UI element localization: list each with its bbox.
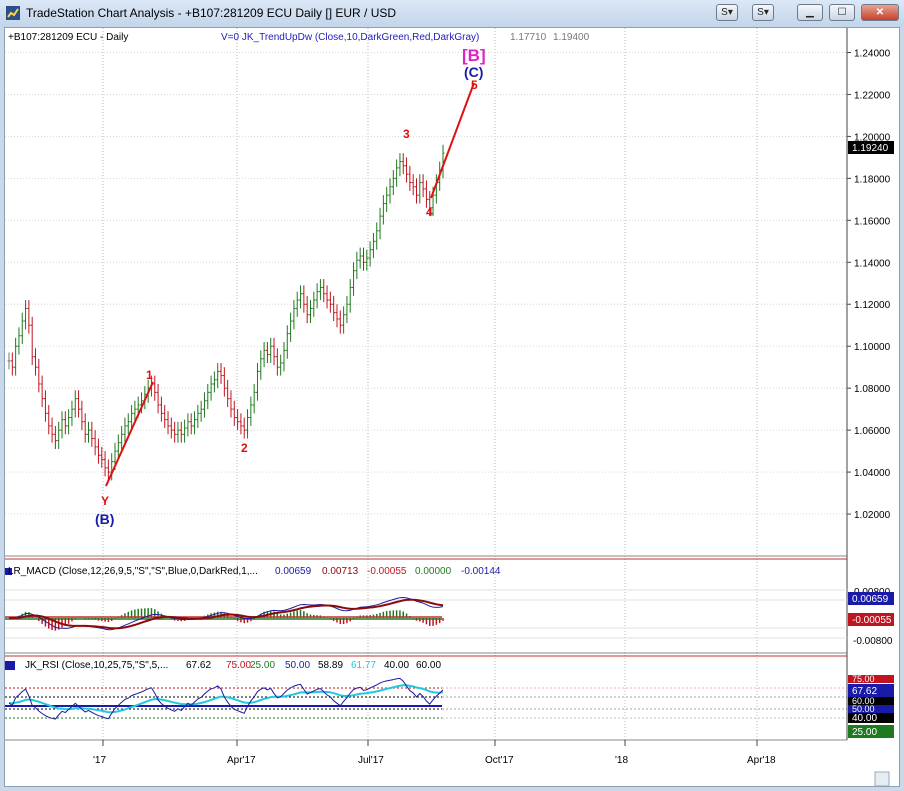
symbol-label: +B107:281209 ECU - Daily: [8, 32, 128, 43]
maximize-button[interactable]: ☐: [829, 4, 855, 21]
symbol-link-label: S: [757, 7, 764, 18]
macd-label: LR_MACD (Close,12,26,9,5,"S","S",Blue,0,…: [8, 566, 258, 577]
chart-surface[interactable]: +B107:281209 ECU - Daily V=0 JK_TrendUpD…: [5, 28, 899, 787]
rsi-badge-value: 40.00: [852, 713, 877, 724]
last-price-value: 1.19240: [852, 143, 889, 154]
symbol-link-label: S: [721, 7, 728, 18]
time-axis-label: Apr'17: [227, 755, 256, 766]
time-axis-label: Jul'17: [358, 755, 384, 766]
rsi-line: [8, 677, 444, 720]
rsi-status-icon: [5, 661, 15, 670]
rsi-value: 58.89: [318, 660, 343, 671]
indicator-label: V=0 JK_TrendUpDw (Close,10,DarkGreen,Red…: [221, 32, 479, 43]
macd-value: 0.00659: [275, 566, 312, 577]
macd-value: 0.00713: [322, 566, 359, 577]
price-axis-label: 1.14000: [854, 258, 891, 269]
indicator-value: 1.17710: [510, 32, 547, 43]
rsi-grid: [5, 687, 847, 719]
time-axis-label: '17: [93, 755, 106, 766]
price-axis-label: 1.24000: [854, 48, 891, 59]
wave-label-4: 4: [426, 205, 433, 219]
price-axis-label: 1.04000: [854, 468, 891, 479]
price-axis-label: 1.02000: [854, 510, 891, 521]
tradestation-app-icon: [6, 6, 20, 20]
time-axis-label: Oct'17: [485, 755, 514, 766]
wave-label-1: 1: [146, 368, 153, 382]
price-axis-label: 1.06000: [854, 426, 891, 437]
macd-value: 0.00000: [415, 566, 452, 577]
price-axis-label: 1.18000: [854, 174, 891, 185]
rsi-value: 75.00: [226, 660, 251, 671]
rsi-value: 60.00: [416, 660, 441, 671]
macd-badge-value: -0.00055: [852, 615, 892, 626]
macd-axis-tick: -0.00800: [853, 636, 893, 647]
rsi-value: 50.00: [285, 660, 310, 671]
scroll-right-button[interactable]: [874, 771, 890, 787]
close-button[interactable]: ✕: [861, 4, 899, 21]
title-bar: TradeStation Chart Analysis - +B107:2812…: [0, 0, 904, 27]
indicator-value: 1.19400: [553, 32, 590, 43]
time-axis[interactable]: '17 Apr'17 Jul'17 Oct'17 '18 Apr'18: [93, 740, 776, 766]
window-title: TradeStation Chart Analysis - +B107:2812…: [26, 6, 397, 20]
rsi-value: 25.00: [250, 660, 275, 671]
rsi-value: 67.62: [186, 660, 211, 671]
price-axis-label: 1.12000: [854, 300, 891, 311]
price-axis-label: 1.16000: [854, 216, 891, 227]
wave-label-5: 5: [471, 78, 478, 92]
price-axis[interactable]: 1.240001.220001.200001.180001.160001.140…: [847, 48, 891, 521]
time-axis-label: Apr'18: [747, 755, 776, 766]
rsi-value: 40.00: [384, 660, 409, 671]
macd-badge-value: 0.00659: [852, 594, 889, 605]
wave-label-2: 2: [241, 441, 248, 455]
price-axis-label: 1.22000: [854, 90, 891, 101]
wave-label-3: 3: [403, 127, 410, 141]
price-axis-label: 1.08000: [854, 384, 891, 395]
chart-window[interactable]: +B107:281209 ECU - Daily V=0 JK_TrendUpD…: [4, 27, 900, 787]
price-axis-label: 1.10000: [854, 342, 891, 353]
symbol-link-button-2[interactable]: S▾: [752, 4, 774, 21]
time-axis-label: '18: [615, 755, 628, 766]
rsi-value: 61.77: [351, 660, 376, 671]
rsi-badge-value: 25.00: [852, 727, 877, 738]
price-pane[interactable]: [5, 28, 847, 556]
rsi-badge-value: 75.00: [852, 674, 875, 684]
wave-label-b-bracket: [B]: [462, 46, 486, 65]
macd-value: -0.00144: [461, 566, 501, 577]
rsi-label: JK_RSI (Close,10,25,75,"S",5,...: [25, 660, 168, 671]
macd-value: -0.00055: [367, 566, 407, 577]
minimize-button[interactable]: ▁: [797, 4, 823, 21]
wave-label-b-paren: (B): [95, 511, 114, 527]
wave-label-y: Y: [101, 494, 109, 508]
symbol-link-button-1[interactable]: S▾: [716, 4, 738, 21]
